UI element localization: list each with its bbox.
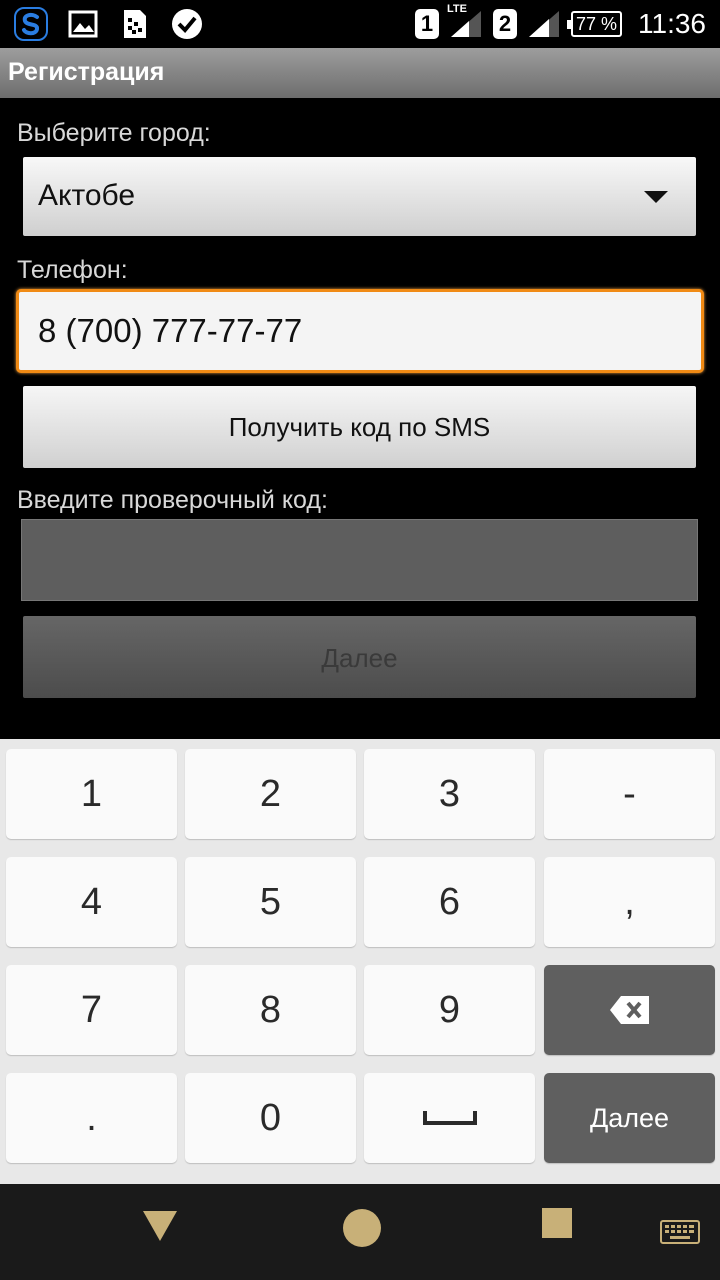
next-button-label: Далее [321,643,398,673]
network-type: LTE [446,3,467,15]
key-3[interactable]: 3 [364,749,535,839]
city-select[interactable]: Актобе [23,157,696,236]
backspace-key[interactable] [544,965,715,1055]
key-8[interactable]: 8 [185,965,356,1055]
get-sms-code-button[interactable]: Получить код по SMS [23,386,696,468]
navigation-bar [0,1184,720,1280]
key-6[interactable]: 6 [364,857,535,947]
key-4[interactable]: 4 [6,857,177,947]
dropdown-arrow-icon [644,191,668,203]
battery-indicator: 77 % [566,11,622,37]
phone-label: Телефон: [17,256,128,284]
keyboard-next-label: Далее [589,1102,670,1133]
key-7[interactable]: 7 [6,965,177,1055]
get-sms-code-label: Получить код по SMS [228,412,491,442]
backspace-icon [609,996,649,1024]
clock: 11:36 [638,8,706,39]
key-9[interactable]: 9 [364,965,535,1055]
city-select-value: Актобе [38,179,136,212]
key-0[interactable]: 0 [185,1073,356,1163]
battery-level: 77 % [575,13,617,34]
next-button[interactable]: Далее [23,616,696,698]
key-2[interactable]: 2 [185,749,356,839]
keyboard-icon[interactable] [660,1220,700,1244]
sim2-badge: 2 [492,9,517,39]
city-label: Выберите город: [17,119,211,147]
title-bar: Регистрация [0,48,720,98]
verification-code-input[interactable] [21,519,698,601]
key-5[interactable]: 5 [185,857,356,947]
code-label: Введите проверочный код: [17,486,328,514]
recents-icon[interactable] [542,1208,572,1238]
space-key[interactable] [364,1073,535,1163]
back-icon[interactable] [142,1210,178,1242]
keyboard-next-key[interactable]: Далее [544,1073,715,1163]
check-circle-icon [170,7,204,41]
numeric-keyboard: 1 2 3 - 4 5 6 , 7 8 9 . 0 Далее [0,739,720,1184]
app-s-icon [14,7,48,41]
page-title: Регистрация [8,58,165,86]
key-comma[interactable]: , [544,857,715,947]
key-minus[interactable]: - [544,749,715,839]
home-icon[interactable] [342,1208,382,1248]
system-status: 1 LTE 2 77 % 11:36 [414,3,706,42]
phone-input[interactable]: 8 (700) 777-77-77 [16,289,704,373]
signal-sim2-icon [527,9,561,39]
signal-sim1-icon: LTE [447,3,483,39]
phone-input-value: 8 (700) 777-77-77 [38,312,303,349]
space-icon [422,1111,477,1125]
sim1-badge: 1 [414,9,439,39]
key-dot[interactable]: . [6,1073,177,1163]
gallery-icon [66,7,100,41]
notification-icons [14,6,204,42]
sim-toolkit-icon [118,7,152,41]
status-bar: 1 LTE 2 77 % 11:36 [0,0,720,48]
key-1[interactable]: 1 [6,749,177,839]
